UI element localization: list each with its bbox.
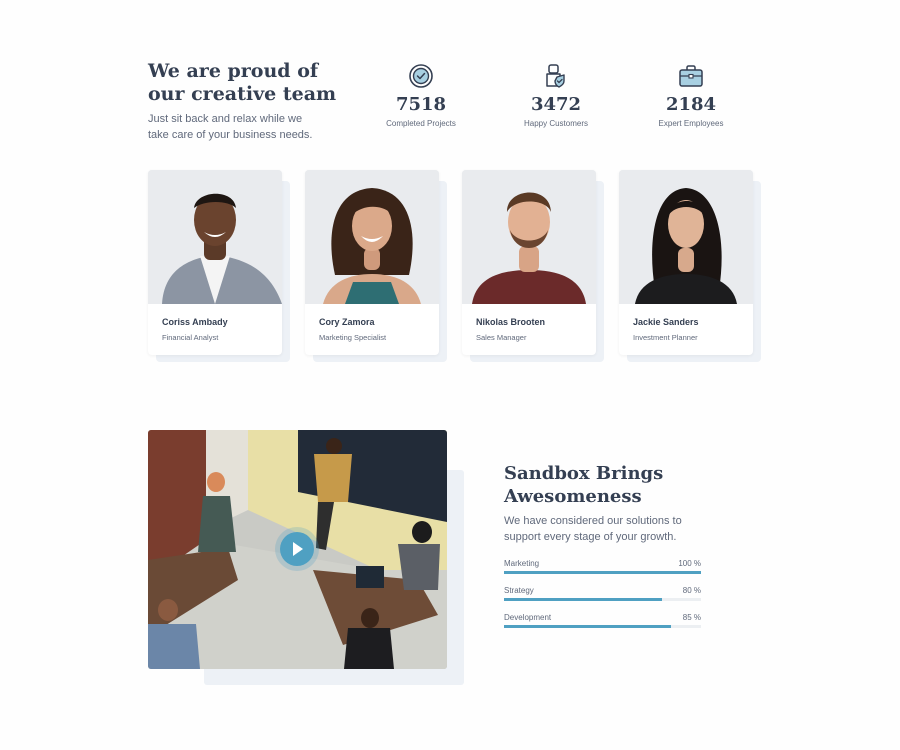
section-subtitle: Just sit back and relax while we take ca…	[148, 113, 313, 141]
skill-label: Development	[504, 613, 552, 622]
clock-icon	[409, 64, 433, 88]
skill-bar-development: Development 85 %	[504, 613, 701, 633]
progress-fill	[504, 625, 672, 628]
card-body[interactable]: Nikolas Brooten Sales Manager	[462, 170, 596, 355]
feature-text: We have considered our solutions to supp…	[504, 515, 682, 543]
skill-label: Strategy	[504, 586, 534, 595]
team-member-role: Financial Analyst	[162, 333, 219, 342]
card-body[interactable]: Cory Zamora Marketing Specialist	[305, 170, 439, 355]
stat-value: 7518	[395, 94, 447, 115]
progress-track	[504, 598, 701, 601]
skill-percent: 80 %	[682, 586, 701, 595]
team-member-role: Sales Manager	[476, 333, 527, 342]
team-member-name: Nikolas Brooten	[476, 317, 546, 327]
play-button[interactable]	[280, 532, 314, 566]
team-member-card[interactable]: Jackie Sanders Investment Planner	[619, 170, 761, 362]
section-title: We are proud of our creative team	[148, 60, 337, 105]
team-member-name: Cory Zamora	[319, 317, 375, 327]
stat-label: Expert Employees	[658, 119, 724, 128]
card-body[interactable]: Coriss Ambady Financial Analyst	[148, 170, 282, 355]
briefcase-icon	[679, 65, 703, 87]
progress-track	[504, 571, 701, 574]
progress-track	[504, 625, 701, 628]
progress-fill	[504, 571, 701, 574]
skill-label: Marketing	[504, 559, 540, 568]
team-member-role: Investment Planner	[633, 333, 698, 342]
team-member-card[interactable]: Coriss Ambady Financial Analyst	[148, 170, 290, 362]
stat-expert-employees: 2184 Expert Employees	[636, 62, 746, 128]
feature-title: Sandbox Brings Awesomeness	[504, 463, 664, 507]
video-thumbnail[interactable]	[148, 430, 447, 669]
progress-fill	[504, 598, 662, 601]
stat-label: Happy Customers	[523, 119, 589, 128]
team-member-photo	[619, 170, 753, 304]
team-member-photo	[462, 170, 596, 304]
team-member-name: Coriss Ambady	[162, 317, 228, 327]
card-body[interactable]: Jackie Sanders Investment Planner	[619, 170, 753, 355]
skill-bar-marketing: Marketing 100 %	[504, 559, 701, 579]
team-member-role: Marketing Specialist	[319, 333, 387, 342]
stat-label: Completed Projects	[386, 119, 456, 128]
team-member-card[interactable]: Nikolas Brooten Sales Manager	[462, 170, 604, 362]
stat-completed-projects: 7518 Completed Projects	[366, 62, 476, 128]
skill-percent: 100 %	[678, 559, 701, 568]
team-member-card[interactable]: Cory Zamora Marketing Specialist	[305, 170, 447, 362]
shield-check-icon	[546, 64, 565, 88]
skill-bar-strategy: Strategy 80 %	[504, 586, 701, 606]
stat-value: 3472	[530, 94, 582, 115]
team-member-photo	[305, 170, 439, 304]
stat-happy-customers: 3472 Happy Customers	[501, 62, 611, 128]
team-member-name: Jackie Sanders	[633, 317, 699, 327]
team-member-photo	[148, 170, 282, 304]
skill-percent: 85 %	[682, 613, 701, 622]
stat-value: 2184	[665, 94, 717, 115]
